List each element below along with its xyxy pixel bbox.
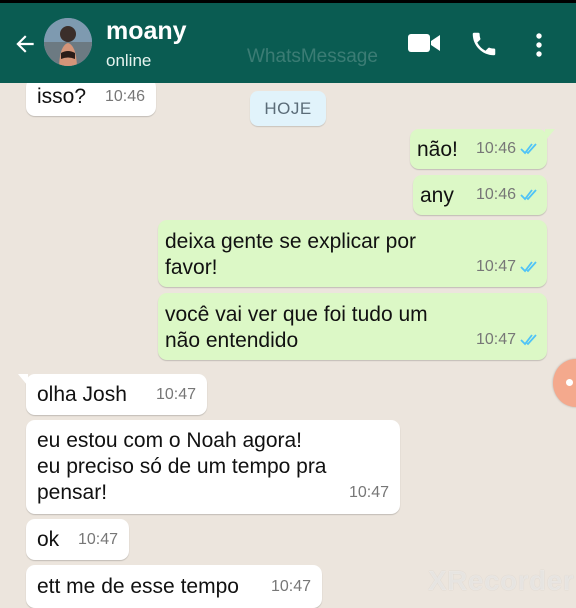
message-time: 10:47: [475, 258, 516, 275]
contact-name[interactable]: moany: [106, 17, 187, 46]
message-meta: 10:47: [476, 254, 540, 280]
contact-status: online: [106, 51, 152, 70]
recorder-watermark: XRecorder: [428, 565, 575, 596]
incoming-message[interactable]: ett me de esse tempo 10:47: [26, 565, 322, 608]
message-text: any: [420, 184, 454, 207]
bubble-tail: [545, 129, 555, 141]
message-text: deixa gente se explicar por favor!: [165, 230, 416, 279]
incoming-message[interactable]: ok 10:47: [26, 519, 129, 560]
message-time: 10:47: [348, 484, 389, 501]
double-check-icon: [520, 143, 537, 155]
message-time: 10:46: [475, 186, 516, 203]
message-text: você vai ver que foi tudo um não entendi…: [165, 303, 428, 352]
avatar[interactable]: [44, 18, 92, 66]
message-text: olha Josh: [37, 383, 127, 406]
more-options-icon[interactable]: [530, 30, 548, 60]
message-time: 10:47: [155, 386, 196, 403]
video-call-icon[interactable]: [407, 31, 441, 55]
incoming-message[interactable]: eu estou com o Noah agora! eu preciso só…: [26, 420, 400, 514]
outgoing-message[interactable]: você vai ver que foi tudo um não entendi…: [158, 293, 547, 360]
status-bar: [0, 0, 576, 3]
message-time: 10:46: [475, 140, 516, 157]
app-watermark: WhatsMessage: [247, 46, 378, 67]
date-separator: HOJE: [250, 91, 326, 126]
message-meta: 10:46: [476, 182, 540, 208]
outgoing-message[interactable]: any 10:46: [413, 175, 547, 215]
incoming-message[interactable]: olha Josh 10:47: [18, 374, 207, 415]
double-check-icon: [520, 334, 537, 346]
message-text: não!: [417, 138, 458, 161]
phone-call-icon[interactable]: [469, 29, 499, 59]
message-meta: 10:46: [476, 136, 540, 162]
message-time: 10:47: [475, 331, 516, 348]
message-time: 10:47: [270, 578, 311, 595]
outgoing-message[interactable]: deixa gente se explicar por favor! 10:47: [158, 220, 547, 287]
chat-header: moany online WhatsMessage: [0, 0, 576, 83]
message-text: eu estou com o Noah agora! eu preciso só…: [37, 429, 327, 504]
message-meta: 10:47: [476, 327, 540, 353]
back-arrow-icon[interactable]: [12, 31, 38, 57]
message-text: ok: [37, 528, 60, 551]
message-text: ett me de esse tempo: [37, 575, 239, 598]
bubble-tail: [18, 374, 28, 386]
message-time: 10:47: [77, 531, 118, 548]
message-time: 10:46: [104, 88, 145, 105]
double-check-icon: [520, 261, 537, 273]
double-check-icon: [520, 189, 537, 201]
incoming-message[interactable]: isso? 10:46: [26, 78, 156, 116]
message-text: isso?: [37, 85, 87, 108]
outgoing-message[interactable]: não! 10:46: [410, 129, 555, 169]
